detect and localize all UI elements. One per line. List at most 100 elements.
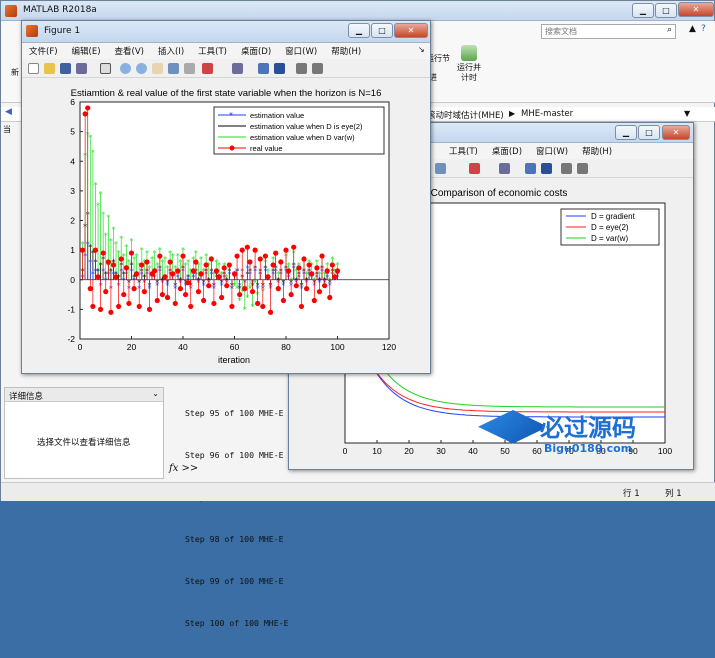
fig2-minimize-button[interactable]: ▁	[615, 125, 637, 140]
path-item[interactable]: MHE-master	[521, 109, 573, 119]
fig1-maximize-button[interactable]: □	[371, 23, 393, 38]
x-tick-label: 0	[343, 446, 348, 456]
real-point	[118, 256, 124, 262]
legend-icon[interactable]	[274, 63, 285, 74]
est_var-point: *	[101, 211, 105, 220]
hide-plot-tools-icon[interactable]	[561, 163, 572, 174]
command-prompt[interactable]: fx >>	[169, 463, 198, 474]
colorbar-icon[interactable]	[525, 163, 536, 174]
fig2-menu-item[interactable]: 桌面(D)	[485, 143, 529, 159]
real-point	[244, 244, 250, 250]
fig2-legend: D = gradient D = eye(2) D = var(w)	[560, 208, 660, 246]
real-point	[285, 268, 292, 274]
path-item[interactable]: 滚动时域估计(MHE)	[427, 109, 504, 121]
graduation-cap-icon	[478, 410, 548, 444]
colorbar-icon[interactable]	[258, 63, 269, 74]
real-point	[139, 262, 145, 268]
legend-est: *	[229, 111, 233, 120]
details-hint: 选择文件以查看详细信息	[37, 438, 131, 448]
real-point	[278, 259, 284, 265]
run-and-time-button[interactable]: 运行并 计时	[453, 45, 485, 83]
fig2-maximize-button[interactable]: □	[638, 125, 660, 140]
close-button[interactable]: ✕	[678, 2, 714, 17]
real-point	[123, 265, 129, 271]
real-point	[175, 268, 181, 274]
legend-label-eye: estimation value when D is eye(2)	[250, 122, 363, 131]
status-row: 行 1	[623, 489, 640, 499]
est_var-point: *	[199, 255, 203, 264]
chevron-down-icon[interactable]: ⌄	[152, 389, 159, 398]
fig2-close-button[interactable]: ✕	[662, 125, 690, 140]
back-icon[interactable]: ◀	[5, 107, 12, 117]
menu-window[interactable]: 窗口(W)	[278, 43, 324, 59]
details-header[interactable]: 详细信息 ⌄	[5, 388, 163, 402]
fig1-close-button[interactable]: ✕	[394, 23, 428, 38]
x-tick-label: 100	[330, 342, 344, 352]
print-icon[interactable]	[76, 63, 87, 74]
est_var-point: *	[153, 249, 157, 258]
show-plot-tools-icon[interactable]	[312, 63, 323, 74]
est_var-point: *	[130, 237, 134, 246]
real-point	[309, 271, 315, 277]
fig2-menu-item[interactable]: 窗口(W)	[529, 143, 575, 159]
menu-view[interactable]: 查看(V)	[108, 43, 151, 59]
figure1-axes: Estiamtion & real value of the first sta…	[67, 88, 396, 365]
menubar-dock-icon[interactable]: ↘	[418, 45, 425, 54]
pan-icon[interactable]	[152, 63, 163, 74]
zoom-out-icon[interactable]	[136, 63, 147, 74]
est_var-point: *	[124, 243, 128, 252]
watermark-url: Bigu0180.com	[544, 442, 633, 455]
path-dropdown-icon[interactable]: ▼	[684, 109, 690, 118]
hide-plot-tools-icon[interactable]	[296, 63, 307, 74]
real-point	[296, 265, 302, 271]
details-title: 详细信息	[9, 392, 44, 402]
real-point	[90, 303, 96, 310]
est_var-point: *	[88, 134, 92, 143]
rotate-icon[interactable]	[168, 63, 179, 74]
real-point	[170, 271, 176, 277]
search-placeholder: 搜索文档	[545, 27, 577, 36]
real-point	[273, 250, 279, 256]
status-col: 列 1	[665, 489, 682, 499]
fig1-minimize-button[interactable]: ▁	[348, 23, 370, 38]
real-point	[316, 289, 323, 295]
menu-insert[interactable]: 插入(I)	[151, 43, 191, 59]
x-tick-label: 40	[468, 446, 478, 456]
real-point	[298, 303, 305, 310]
real-point	[270, 262, 276, 268]
collapse-toolstrip-icon[interactable]: ▲	[689, 24, 696, 34]
brush-icon[interactable]	[469, 163, 480, 174]
zoom-in-icon[interactable]	[120, 63, 131, 74]
pointer-icon[interactable]	[100, 63, 111, 74]
menu-help[interactable]: 帮助(H)	[324, 43, 368, 59]
real-point	[208, 256, 214, 262]
menu-edit[interactable]: 编辑(E)	[65, 43, 108, 59]
legend-icon[interactable]	[541, 163, 552, 174]
y-tick-label: 1	[70, 245, 75, 255]
fig2-menu-item[interactable]: 帮助(H)	[575, 143, 619, 159]
link-icon[interactable]	[232, 63, 243, 74]
real-point	[221, 265, 227, 271]
real-point	[334, 268, 341, 274]
brush-icon[interactable]	[202, 63, 213, 74]
help-icon[interactable]: ?	[701, 24, 706, 34]
est_var-point: *	[238, 296, 242, 305]
save-icon[interactable]	[60, 63, 71, 74]
est_var-point: *	[119, 234, 123, 243]
menu-desktop[interactable]: 桌面(D)	[234, 43, 278, 59]
details-panel: 详细信息 ⌄ 选择文件以查看详细信息	[4, 387, 164, 479]
minimize-button[interactable]: ▁	[632, 3, 654, 18]
x-tick-label: 30	[436, 446, 446, 456]
show-plot-tools-icon[interactable]	[577, 163, 588, 174]
search-field[interactable]: 搜索文档 ⌕	[541, 24, 676, 39]
est_var-point: *	[186, 258, 190, 267]
rotate-icon[interactable]	[435, 163, 446, 174]
menu-tools[interactable]: 工具(T)	[191, 43, 234, 59]
new-figure-icon[interactable]	[28, 63, 39, 74]
est_var-point: *	[114, 240, 118, 249]
open-file-icon[interactable]	[44, 63, 55, 74]
menu-file[interactable]: 文件(F)	[22, 43, 65, 59]
maximize-button[interactable]: □	[655, 3, 677, 18]
datatip-icon[interactable]	[184, 63, 195, 74]
print-icon[interactable]	[499, 163, 510, 174]
